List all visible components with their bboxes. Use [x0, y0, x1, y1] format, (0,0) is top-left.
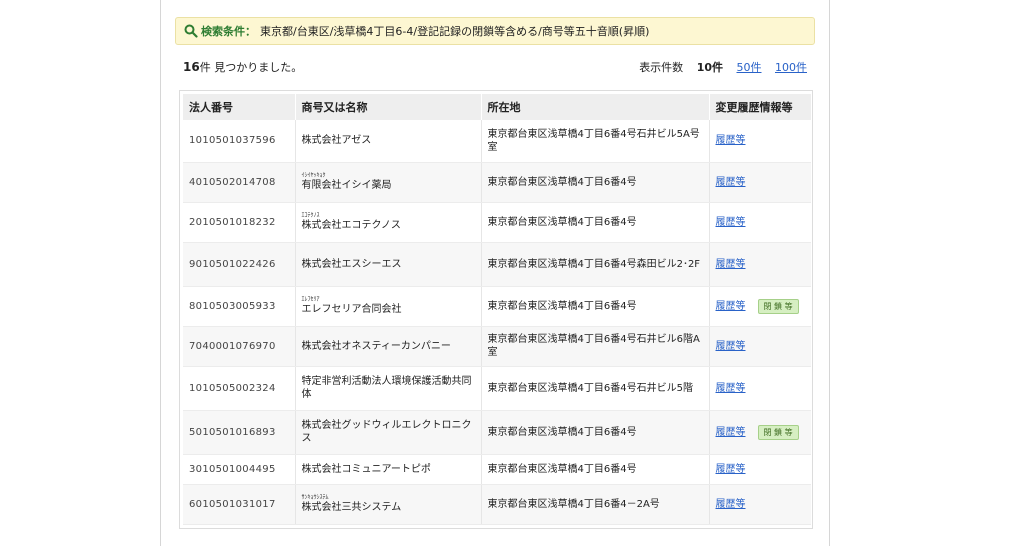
company-name-kana: ｴｺﾃｸﾉｽ — [301, 212, 320, 219]
per-page-label: 表示件数 — [639, 61, 684, 74]
table-row: 2010501018232 ｴｺﾃｸﾉｽ 株式会社エコテクノス 東京都台東区浅草橋4丁… — [183, 202, 811, 243]
header-name: 商号又は名称 — [294, 94, 481, 120]
company-name: 株式会社グッドウィルエレクトロニクス — [301, 420, 472, 444]
result-count-text: 件 見つかりました。 — [199, 61, 303, 74]
history-link[interactable]: 履歴等 — [716, 499, 746, 510]
history-cell: 履歴等閉 鎖 等 — [708, 286, 811, 327]
corporate-number: 2010501018232 — [183, 202, 295, 243]
company-name-cell: ｴｺﾃｸﾉｽ 株式会社エコテクノス — [294, 202, 481, 243]
company-name: 株式会社オネスティーカンパニー — [301, 340, 451, 352]
address: 東京都台東区浅草橋4丁目6番4号 — [480, 410, 709, 455]
address: 東京都台東区浅草橋4丁目6番4号 — [480, 202, 709, 243]
history-cell: 履歴等 — [708, 484, 811, 525]
per-page-50-link[interactable]: 50件 — [737, 61, 762, 74]
company-name-cell: ｴﾚﾌｾﾘｱ エレフセリア合同会社 — [294, 286, 481, 327]
address: 東京都台東区浅草橋4丁目6番4号石井ビル6階A室 — [480, 326, 709, 367]
history-link[interactable]: 履歴等 — [716, 427, 746, 438]
corporate-number: 5010501016893 — [183, 410, 295, 455]
per-page-10: 10件 — [696, 61, 723, 74]
corporate-number: 6010501031017 — [183, 484, 295, 525]
address: 東京都台東区浅草橋4丁目6番4号石井ビル5A号室 — [480, 120, 709, 163]
company-name-cell: 株式会社コミュニアートピポ — [294, 454, 481, 485]
search-condition-text: 東京都/台東区/浅草橋4丁目6-4/登記記録の閉鎖等含める/商号等五十音順(昇順… — [260, 25, 650, 38]
history-link[interactable]: 履歴等 — [716, 383, 746, 394]
table-row: 8010503005933 ｴﾚﾌｾﾘｱ エレフセリア合同会社 東京都台東区浅草橋4丁… — [183, 286, 811, 327]
company-name-kana: ｻﾝｷｮｳｼｽﾃﾑ — [301, 494, 329, 501]
header-corporate-number: 法人番号 — [183, 94, 295, 120]
result-summary-bar: 16件 見つかりました。 表示件数 10件 50件 100件 — [183, 58, 807, 76]
history-cell: 履歴等 — [708, 120, 811, 163]
company-name: 株式会社アゼス — [301, 135, 372, 147]
history-link[interactable]: 履歴等 — [716, 341, 746, 352]
table-row: 7040001076970 株式会社オネスティーカンパニー 東京都台東区浅草橋4丁目… — [183, 326, 811, 367]
company-name: 有限会社イシイ薬局 — [301, 180, 392, 191]
address: 東京都台東区浅草橋4丁目6番4号森田ビル2･2F — [480, 242, 709, 287]
corporate-number: 9010501022426 — [183, 242, 295, 287]
page-content: 検索条件： 東京都/台東区/浅草橋4丁目6-4/登記記録の閉鎖等含める/商号等五… — [160, 0, 830, 546]
corporate-number: 1010501037596 — [183, 120, 295, 163]
history-cell: 履歴等閉 鎖 等 — [708, 410, 811, 455]
history-cell: 履歴等 — [708, 366, 811, 411]
corporate-number: 4010502014708 — [183, 162, 295, 203]
address: 東京都台東区浅草橋4丁目6番4号 — [480, 454, 709, 485]
company-name-cell: ｲｼｲﾔｯｷｮｸ 有限会社イシイ薬局 — [294, 162, 481, 203]
result-count: 16件 見つかりました。 — [183, 59, 302, 75]
per-page-selector: 表示件数 10件 50件 100件 — [629, 59, 807, 75]
history-link[interactable]: 履歴等 — [716, 135, 746, 146]
corporate-number: 1010505002324 — [183, 366, 295, 411]
closed-badge[interactable]: 閉 鎖 等 — [757, 298, 799, 314]
per-page-100-link[interactable]: 100件 — [775, 61, 807, 74]
company-name-cell: 株式会社オネスティーカンパニー — [294, 326, 481, 367]
address: 東京都台東区浅草橋4丁目6番4号石井ビル5階 — [480, 366, 709, 411]
history-cell: 履歴等 — [708, 202, 811, 243]
address: 東京都台東区浅草橋4丁目6番4号 — [480, 162, 709, 203]
result-count-number: 16 — [183, 60, 200, 74]
table-row: 6010501031017 ｻﾝｷｮｳｼｽﾃﾑ 株式会社三共システム 東京都台東区浅草… — [183, 484, 811, 525]
corporate-number: 8010503005933 — [183, 286, 295, 327]
history-cell: 履歴等 — [708, 242, 811, 287]
company-name-cell: 株式会社グッドウィルエレクトロニクス — [294, 410, 481, 455]
table-row: 1010501037596 株式会社アゼス 東京都台東区浅草橋4丁目6番4号石井ビル… — [183, 120, 811, 163]
history-link[interactable]: 履歴等 — [716, 177, 746, 188]
history-cell: 履歴等 — [708, 326, 811, 367]
table-row: 5010501016893 株式会社グッドウィルエレクトロニクス 東京都台東区浅草橋… — [183, 410, 811, 455]
company-name: 株式会社エコテクノス — [301, 220, 401, 231]
corporate-number: 3010501004495 — [183, 454, 295, 485]
company-name: エレフセリア合同会社 — [301, 304, 402, 315]
company-name-cell: 株式会社アゼス — [294, 120, 481, 163]
address: 東京都台東区浅草橋4丁目6番4－2A号 — [480, 484, 709, 525]
results-table-container: 法人番号 商号又は名称 所在地 変更履歴情報等 1010501037596 株式会… — [179, 90, 813, 529]
company-name: 株式会社エスシーエス — [301, 258, 402, 270]
search-condition-label: 検索条件： — [201, 25, 256, 38]
header-history: 変更履歴情報等 — [708, 94, 811, 120]
company-name-kana: ｲｼｲﾔｯｷｮｸ — [301, 172, 326, 179]
company-name-cell: ｻﾝｷｮｳｼｽﾃﾑ 株式会社三共システム — [294, 484, 481, 525]
company-name-cell: 株式会社エスシーエス — [294, 242, 481, 287]
search-condition-bar: 検索条件： 東京都/台東区/浅草橋4丁目6-4/登記記録の閉鎖等含める/商号等五… — [175, 17, 815, 45]
table-header-row: 法人番号 商号又は名称 所在地 変更履歴情報等 — [183, 94, 811, 120]
corporate-number: 7040001076970 — [183, 326, 295, 367]
closed-badge[interactable]: 閉 鎖 等 — [757, 424, 799, 440]
table-row: 3010501004495 株式会社コミュニアートピポ 東京都台東区浅草橋4丁目6番… — [183, 454, 811, 485]
table-row: 1010505002324 特定非営利活動法人環境保護活動共同体 東京都台東区浅草橋… — [183, 366, 811, 411]
history-link[interactable]: 履歴等 — [716, 259, 746, 270]
table-row: 9010501022426 株式会社エスシーエス 東京都台東区浅草橋4丁目6番4号森… — [183, 242, 811, 287]
history-link[interactable]: 履歴等 — [716, 464, 746, 475]
company-name: 株式会社コミュニアートピポ — [301, 463, 431, 475]
history-link[interactable]: 履歴等 — [716, 217, 746, 228]
address: 東京都台東区浅草橋4丁目6番4号 — [480, 286, 709, 327]
history-cell: 履歴等 — [708, 454, 811, 485]
company-name-kana: ｴﾚﾌｾﾘｱ — [301, 296, 320, 303]
search-icon — [184, 24, 198, 38]
header-address: 所在地 — [480, 94, 709, 120]
company-name: 特定非営利活動法人環境保護活動共同体 — [301, 376, 472, 400]
results-table: 法人番号 商号又は名称 所在地 変更履歴情報等 1010501037596 株式会… — [183, 94, 811, 525]
history-link[interactable]: 履歴等 — [716, 301, 746, 312]
table-row: 4010502014708 ｲｼｲﾔｯｷｮｸ 有限会社イシイ薬局 東京都台東区浅草橋4… — [183, 162, 811, 203]
company-name: 株式会社三共システム — [301, 502, 402, 513]
history-cell: 履歴等 — [708, 162, 811, 203]
company-name-cell: 特定非営利活動法人環境保護活動共同体 — [294, 366, 481, 411]
